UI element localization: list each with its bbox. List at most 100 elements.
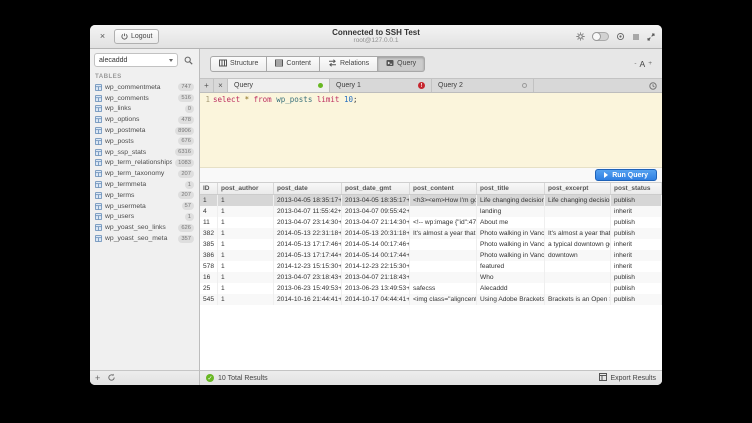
cell (410, 206, 477, 217)
cell: Life changing decisions. H (545, 195, 611, 206)
add-table-button[interactable]: + (95, 374, 100, 383)
headerbar-right (576, 32, 655, 41)
sidebar-table-wp_comments[interactable]: wp_comments516 (90, 93, 199, 104)
table-icon (95, 149, 102, 156)
add-query-tab-button[interactable]: + (200, 79, 214, 92)
cell: publish (611, 283, 662, 294)
font-size-control[interactable]: - A + (634, 59, 652, 69)
query-success-icon (318, 83, 323, 88)
result-row-25[interactable]: 2512013-06-23 15:49:53+02013-06-23 13:49… (200, 283, 662, 294)
font-increase-button[interactable]: + (648, 60, 652, 67)
result-row-11[interactable]: 1112013-04-07 23:14:30+02013-04-07 21:14… (200, 217, 662, 228)
cell: 2014-12-23 22:15:30+0 (342, 261, 410, 272)
brightness-icon[interactable] (616, 32, 625, 41)
table-name: wp_ssp_stats (105, 149, 172, 156)
cell (545, 261, 611, 272)
column-header-ID[interactable]: ID (200, 183, 218, 194)
sidebar-table-wp_usermeta[interactable]: wp_usermeta57 (90, 201, 199, 212)
cell: Photo walking in Vancouv (477, 250, 545, 261)
cell: 2013-04-07 23:14:30+0 (274, 217, 342, 228)
result-row-16[interactable]: 1612013-04-07 23:18:43+02013-04-07 21:18… (200, 272, 662, 283)
sidebar-table-wp_links[interactable]: wp_links0 (90, 104, 199, 115)
logout-button[interactable]: Logout (114, 29, 159, 44)
sidebar-table-wp_ssp_stats[interactable]: wp_ssp_stats6316 (90, 147, 199, 158)
sidebar-table-wp_users[interactable]: wp_users1 (90, 212, 199, 223)
table-icon (95, 105, 102, 112)
tab-structure[interactable]: Structure (210, 56, 267, 72)
table-icon (95, 224, 102, 231)
total-results-label: 10 Total Results (218, 375, 268, 382)
result-row-385[interactable]: 38512014-05-13 17:17:46+02014-05-14 00:1… (200, 239, 662, 250)
export-results-button[interactable]: Export Results (599, 373, 656, 383)
column-header-post_author[interactable]: post_author (218, 183, 274, 194)
result-row-4[interactable]: 412013-04-07 11:55:42+02013-04-07 09:55:… (200, 206, 662, 217)
relations-icon (328, 59, 337, 69)
tab-relations[interactable]: Relations (320, 56, 378, 72)
sidebar-table-wp_yoast_seo_links[interactable]: wp_yoast_seo_links626 (90, 222, 199, 233)
sidebar: alecaddd TABLES wp_commentmeta747wp_comm… (90, 49, 200, 385)
sidebar-table-wp_yoast_seo_meta[interactable]: wp_yoast_seo_meta357 (90, 233, 199, 244)
cell (545, 283, 611, 294)
cell: 382 (200, 228, 218, 239)
sidebar-table-wp_posts[interactable]: wp_posts676 (90, 136, 199, 147)
sidebar-table-wp_options[interactable]: wp_options478 (90, 114, 199, 125)
database-selector[interactable]: alecaddd (94, 53, 178, 67)
close-query-tab-button[interactable]: × (214, 79, 228, 92)
table-name: wp_options (105, 116, 175, 123)
row-count-badge: 516 (178, 94, 194, 102)
cell: 385 (200, 239, 218, 250)
cell: 2013-06-23 13:49:53+0 (342, 283, 410, 294)
statusbar: ✓ 10 Total Results Export Results (200, 370, 662, 385)
structure-icon (219, 59, 227, 69)
sidebar-table-wp_postmeta[interactable]: wp_postmeta8906 (90, 125, 199, 136)
query-tab-0[interactable]: Query (228, 79, 330, 92)
row-count-badge: 8906 (175, 127, 194, 135)
result-row-545[interactable]: 54512014-10-16 21:44:41+02014-10-17 04:4… (200, 294, 662, 305)
cell: safecss (410, 283, 477, 294)
tab-content[interactable]: Content (267, 56, 320, 72)
query-idle-icon (522, 83, 527, 88)
query-editor[interactable]: 1 select * from wp_posts limit 10; (200, 93, 662, 167)
sidebar-table-wp_term_taxonomy[interactable]: wp_term_taxonomy207 (90, 168, 199, 179)
run-query-button[interactable]: Run Query (595, 169, 657, 181)
tab-query[interactable]: Query (378, 56, 425, 72)
success-check-icon: ✓ (206, 374, 214, 382)
column-header-post_status[interactable]: post_status (611, 183, 662, 194)
menu-icon[interactable] (632, 33, 640, 41)
result-row-386[interactable]: 38612014-05-13 17:17:44+02014-05-14 00:1… (200, 250, 662, 261)
result-row-1[interactable]: 112013-04-05 18:35:17+02013-04-05 18:35:… (200, 195, 662, 206)
row-count-badge: 0 (185, 105, 194, 113)
gear-icon[interactable] (576, 32, 585, 41)
font-decrease-button[interactable]: - (634, 60, 636, 67)
sidebar-table-wp_terms[interactable]: wp_terms207 (90, 190, 199, 201)
sidebar-table-wp_termmeta[interactable]: wp_termmeta1 (90, 179, 199, 190)
search-button[interactable] (181, 53, 195, 67)
table-icon (95, 192, 102, 199)
dark-mode-toggle[interactable] (592, 32, 609, 41)
column-header-post_date[interactable]: post_date (274, 183, 342, 194)
cell: publish (611, 294, 662, 305)
sidebar-table-wp_term_relationships[interactable]: wp_term_relationships1083 (90, 158, 199, 169)
cell: 2014-05-13 17:17:46+0 (274, 239, 342, 250)
column-header-post_title[interactable]: post_title (477, 183, 545, 194)
fullscreen-icon[interactable] (647, 33, 655, 41)
table-name: wp_postmeta (105, 127, 172, 134)
column-header-post_date_gmt[interactable]: post_date_gmt (342, 183, 410, 194)
query-history-icon[interactable] (644, 79, 662, 92)
chevron-down-icon (169, 59, 173, 62)
window-close-button[interactable]: × (97, 31, 108, 42)
cell: 2013-04-05 18:35:17+0 (274, 195, 342, 206)
refresh-button[interactable] (107, 373, 116, 384)
view-switcher-toolbar: Structure Content Relations Query (200, 49, 662, 79)
results-table: IDpost_authorpost_datepost_date_gmtpost_… (200, 183, 662, 370)
query-tab-2[interactable]: Query 2 (432, 79, 534, 92)
results-header-row: IDpost_authorpost_datepost_date_gmtpost_… (200, 183, 662, 195)
column-header-post_content[interactable]: post_content (410, 183, 477, 194)
query-tab-1[interactable]: Query 1 ! (330, 79, 432, 92)
column-header-post_excerpt[interactable]: post_excerpt (545, 183, 611, 194)
logout-label: Logout (131, 33, 152, 40)
sidebar-table-wp_commentmeta[interactable]: wp_commentmeta747 (90, 82, 199, 93)
result-row-382[interactable]: 38212014-05-13 22:31:18+02014-05-13 20:3… (200, 228, 662, 239)
cell: inherit (611, 261, 662, 272)
result-row-578[interactable]: 57812014-12-23 15:15:30+02014-12-23 22:1… (200, 261, 662, 272)
